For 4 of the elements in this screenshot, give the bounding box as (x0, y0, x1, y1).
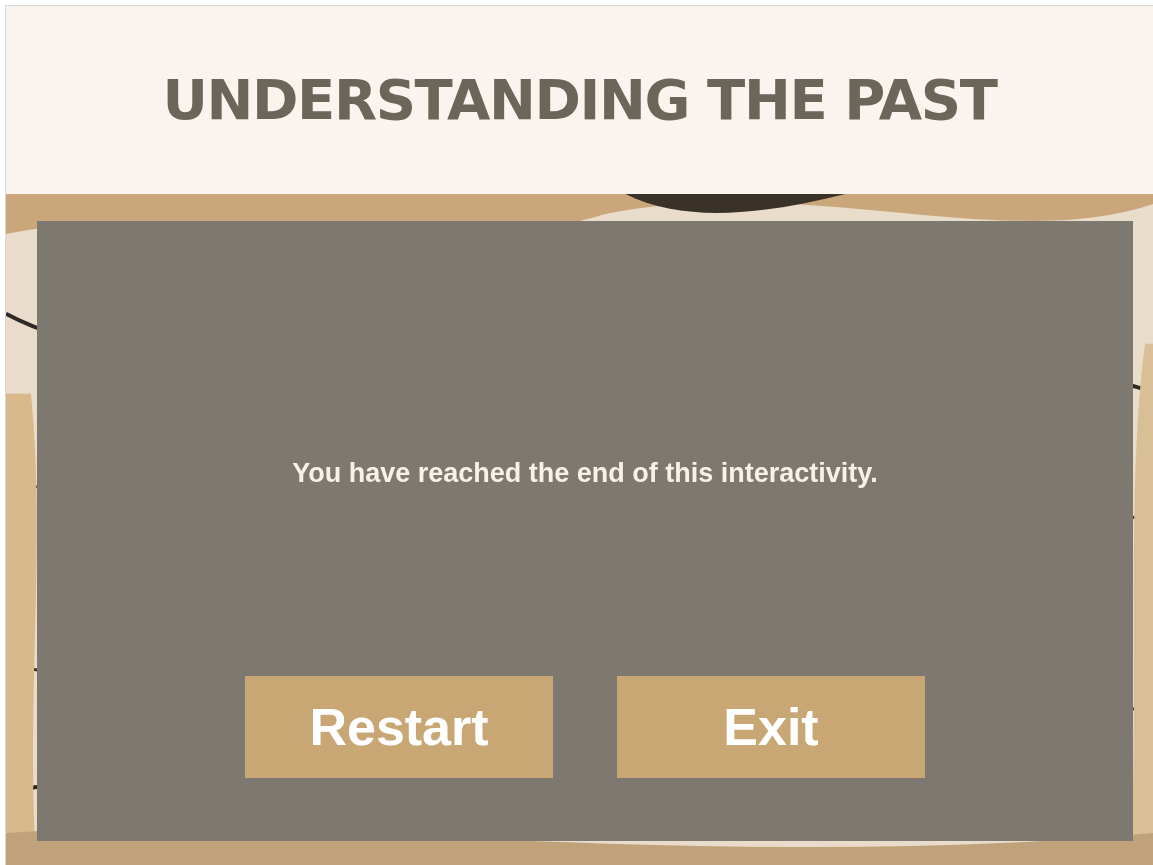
page-title: UNDERSTANDING THE PAST (162, 66, 997, 134)
end-message: You have reached the end of this interactivity. (292, 457, 878, 490)
action-button[interactable]: Restart (245, 675, 553, 778)
action-button[interactable]: Exit (617, 675, 925, 778)
